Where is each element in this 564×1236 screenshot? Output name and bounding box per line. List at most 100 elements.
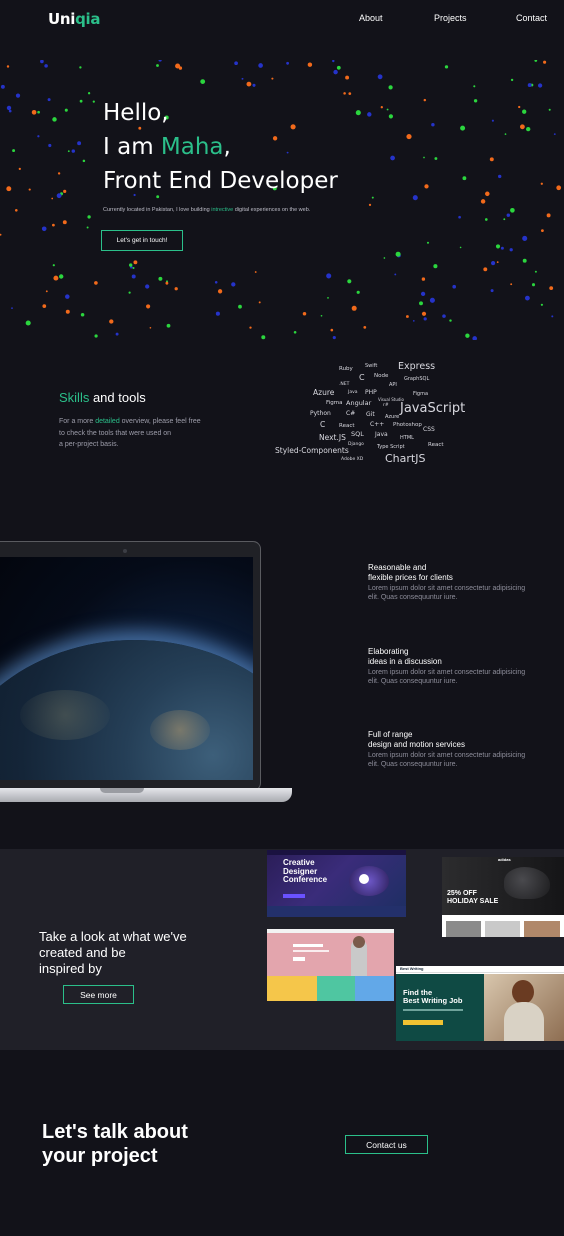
particle-dot xyxy=(45,290,48,293)
particle-dot xyxy=(94,334,98,338)
particle-dot xyxy=(65,309,70,314)
skill-word: Figma xyxy=(326,400,343,406)
skill-word: Azure xyxy=(313,388,335,397)
particle-dot xyxy=(390,155,395,161)
skill-word: C xyxy=(320,420,326,429)
portfolio-heading: Take a look at what we've created and be i… xyxy=(39,929,187,976)
particle-dot xyxy=(109,319,114,324)
particle-dot xyxy=(37,135,40,138)
skill-word: API xyxy=(389,382,397,388)
particle-dot xyxy=(53,275,59,281)
nav-about-link[interactable]: About xyxy=(359,13,383,23)
particle-dot xyxy=(129,263,133,267)
project-thumbnail-writing-job[interactable]: Best Writing Find the Best Writing Job xyxy=(396,966,564,1041)
skill-word: Adobe XD xyxy=(341,457,364,462)
particle-dot xyxy=(503,218,506,221)
particle-dot xyxy=(258,63,263,68)
particle-dot xyxy=(47,98,51,102)
particle-dot xyxy=(424,184,429,189)
particle-dot xyxy=(146,304,151,309)
particle-dot xyxy=(332,336,336,340)
particle-dot xyxy=(25,320,31,326)
particle-dot xyxy=(386,108,389,111)
particle-dot xyxy=(345,75,350,80)
particle-dot xyxy=(87,92,91,95)
particle-dot xyxy=(71,149,76,153)
particle-dot xyxy=(133,260,138,265)
particle-dot xyxy=(158,276,163,281)
project-thumbnail-adidas[interactable]: adidas 25% OFF HOLIDAY SALE xyxy=(442,857,564,937)
particle-dot xyxy=(412,195,418,201)
particle-dot xyxy=(320,314,323,317)
particle-dot xyxy=(332,60,335,63)
skill-word: PHP xyxy=(365,389,377,396)
particle-dot xyxy=(406,134,412,140)
project-thumbnail-pink-site[interactable] xyxy=(267,929,394,1001)
particle-dot xyxy=(80,313,85,317)
particle-dot xyxy=(423,98,427,102)
contact-us-button[interactable]: Contact us xyxy=(345,1135,428,1154)
particle-dot xyxy=(490,289,494,293)
skill-word: Python xyxy=(310,410,331,417)
particle-dot xyxy=(527,83,532,88)
particle-dot xyxy=(8,109,12,113)
particle-dot xyxy=(465,333,470,338)
feature-text: Lorem ipsum dolor sit amet consectetur a… xyxy=(368,585,526,601)
particle-dot xyxy=(37,110,40,114)
particle-dot xyxy=(41,226,47,232)
particle-dot xyxy=(343,92,346,95)
particle-dot xyxy=(231,282,236,287)
particle-dot xyxy=(40,60,44,64)
nav-contact-link[interactable]: Contact xyxy=(516,13,547,23)
particle-dot xyxy=(489,157,494,162)
particle-dot xyxy=(429,297,435,303)
detailed-link[interactable]: detailed xyxy=(95,418,120,425)
particle-dot xyxy=(42,304,47,308)
particle-dot xyxy=(434,157,438,160)
particle-dot xyxy=(79,99,83,103)
logo[interactable]: Uniqia xyxy=(48,10,101,28)
particle-dot xyxy=(522,109,527,114)
project-thumbnail-conference[interactable]: Creative Designer Conference xyxy=(267,850,406,917)
particle-dot xyxy=(0,233,2,236)
nav-projects-link[interactable]: Projects xyxy=(434,13,467,23)
particle-dot xyxy=(412,320,415,322)
skill-word: Java xyxy=(375,431,388,438)
particle-dot xyxy=(166,323,171,328)
particle-dot xyxy=(531,283,536,287)
particle-dot xyxy=(485,191,490,197)
particle-dot xyxy=(420,291,426,297)
particle-dot xyxy=(543,60,547,64)
particle-dot xyxy=(484,218,488,221)
see-more-button[interactable]: See more xyxy=(63,985,134,1004)
shot2-sale: 25% OFF xyxy=(447,890,477,897)
particle-dot xyxy=(449,319,452,322)
particle-dot xyxy=(460,125,466,131)
particle-dot xyxy=(356,290,360,294)
particle-dot xyxy=(522,258,527,263)
shot2-brand: adidas xyxy=(498,857,511,862)
particle-dot xyxy=(57,172,61,175)
particle-dot xyxy=(52,223,55,227)
particle-dot xyxy=(52,264,55,267)
particle-dot xyxy=(336,65,341,70)
particle-dot xyxy=(423,156,425,159)
skill-word: GraphSQL xyxy=(404,376,430,382)
particle-dot xyxy=(302,311,307,316)
skill-word: C++ xyxy=(370,421,385,428)
particle-dot xyxy=(333,69,338,75)
skill-word: .NET xyxy=(339,382,350,387)
particle-dot xyxy=(509,248,513,252)
hero-line-3: Front End Developer xyxy=(103,168,338,194)
particle-dot xyxy=(541,229,544,233)
particle-dot xyxy=(480,199,486,204)
get-in-touch-button[interactable]: Let's get in touch! xyxy=(101,230,183,251)
skill-word: C# xyxy=(346,410,356,417)
particle-dot xyxy=(498,174,502,179)
particle-dot xyxy=(444,65,449,69)
particle-dot xyxy=(556,185,562,191)
skill-word: C xyxy=(359,373,365,382)
particle-dot xyxy=(44,64,48,68)
particle-dot xyxy=(367,112,372,117)
particle-dot xyxy=(442,314,446,318)
